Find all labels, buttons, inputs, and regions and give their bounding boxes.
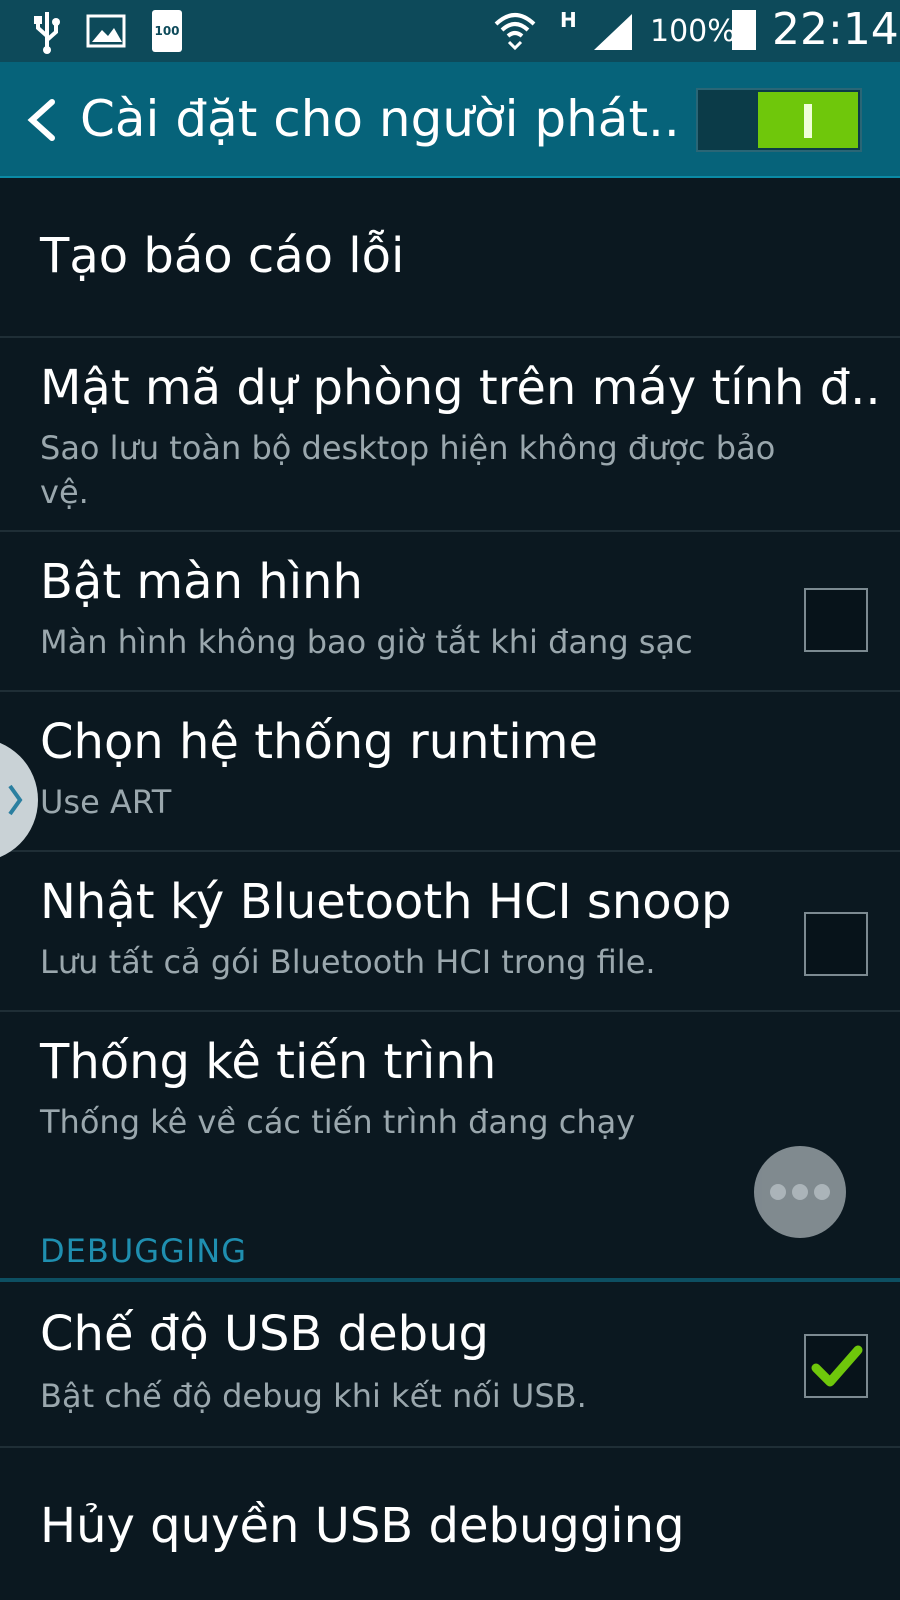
clock: 22:14 [772,4,899,55]
more-dot-icon [792,1184,808,1200]
battery-small-label: 100 [154,24,180,38]
developer-options-switch[interactable] [696,88,862,152]
floating-menu-button[interactable] [754,1146,846,1238]
list-item-revoke-usb-debugging[interactable]: Hủy quyền USB debugging [0,1448,900,1600]
item-label: Hủy quyền USB debugging [40,1498,685,1554]
status-bar: 100 H 100% 22:14 [0,0,900,62]
item-summary: Use ART [40,783,172,821]
section-divider [0,1278,900,1282]
section-header-debugging: DEBUGGING [40,1232,247,1270]
list-item-bug-report[interactable]: Tạo báo cáo lỗi [0,178,900,338]
item-summary: Thống kê về các tiến trình đang chạy [40,1103,636,1141]
list-item-usb-debugging[interactable]: Chế độ USB debug Bật chế độ debug khi kế… [0,1284,900,1448]
list-item-desktop-backup-password[interactable]: Mật mã dự phòng trên máy tính đ.. Sao lư… [0,338,900,532]
action-bar: Cài đặt cho người phát.. [0,62,900,178]
more-dot-icon [770,1184,786,1200]
item-label: Chế độ USB debug [40,1306,489,1362]
list-item-bluetooth-hci-snoop[interactable]: Nhật ký Bluetooth HCI snoop Lưu tất cả g… [0,852,900,1012]
list-item-stay-awake[interactable]: Bật màn hình Màn hình không bao giờ tắt … [0,532,900,692]
network-type: H [560,8,577,32]
item-label: Mật mã dự phòng trên máy tính đ.. [40,360,881,416]
bluetooth-hci-snoop-checkbox[interactable] [804,912,868,976]
back-button[interactable] [18,92,68,148]
usb-debugging-checkbox[interactable] [804,1334,868,1398]
item-label: Tạo báo cáo lỗi [40,228,405,284]
page-title: Cài đặt cho người phát.. [80,90,680,148]
item-label: Thống kê tiến trình [40,1034,497,1090]
battery-percent: 100% [650,14,736,49]
item-summary: Lưu tất cả gói Bluetooth HCI trong file. [40,943,656,981]
item-label: Chọn hệ thống runtime [40,714,598,770]
usb-icon [34,12,60,54]
item-summary: Màn hình không bao giờ tắt khi đang sạc [40,623,693,661]
item-label: Bật màn hình [40,554,363,610]
item-label: Nhật ký Bluetooth HCI snoop [40,874,732,930]
list-item-select-runtime[interactable]: Chọn hệ thống runtime Use ART [0,692,900,852]
item-summary: Bật chế độ debug khi kết nối USB. [40,1377,587,1415]
chevron-left-icon [27,99,55,141]
signal-icon [594,14,632,50]
battery-saver-icon: 100 [152,10,182,52]
wifi-icon [494,13,536,51]
chevron-right-icon [8,784,23,816]
item-summary: Sao lưu toàn bộ desktop hiện không được … [40,429,776,511]
battery-icon [732,10,756,50]
stay-awake-checkbox[interactable] [804,588,868,652]
switch-thumb [758,92,858,148]
checkmark-icon [811,1345,863,1387]
more-dot-icon [814,1184,830,1200]
list-item-process-stats[interactable]: Thống kê tiến trình Thống kê về các tiến… [0,1012,900,1172]
image-icon [86,14,126,48]
